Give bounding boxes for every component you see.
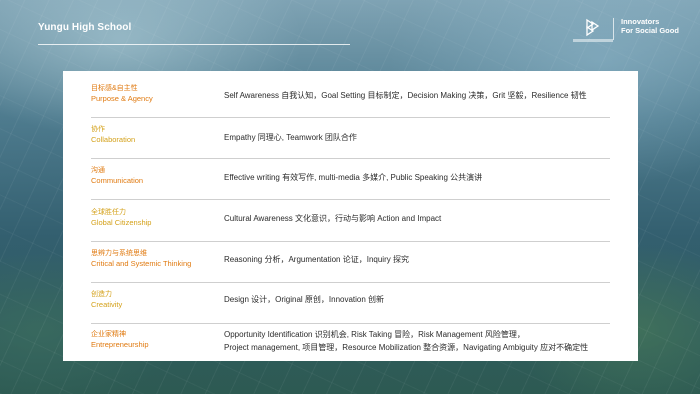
school-logo-icon [586, 18, 600, 37]
description-line: Self Awareness 自我认知，Goal Setting 目标制定，De… [224, 91, 587, 100]
school-name: Yungu High School [38, 22, 132, 33]
brand-line-1: Innovators [621, 17, 660, 26]
category-label: 目标感&自主性 Purpose & Agency [91, 83, 221, 104]
brand-divider [613, 18, 614, 40]
category-description: Empathy 同理心, Teamwork 团队合作 [224, 131, 610, 144]
table-row: 协作 Collaboration Empathy 同理心, Teamwork 团… [91, 124, 610, 159]
category-label: 全球胜任力 Global Citizenship [91, 207, 221, 228]
category-label: 沟通 Communication [91, 165, 221, 186]
header-rule [38, 44, 350, 45]
category-en: Creativity [91, 300, 123, 309]
category-en: Global Citizenship [91, 218, 152, 227]
logo-caption-mark [573, 39, 613, 42]
category-description: Self Awareness 自我认知，Goal Setting 目标制定，De… [224, 89, 610, 102]
description-line: Reasoning 分析，Argumentation 论证，Inquiry 探究 [224, 255, 409, 264]
table-row: 思辨力与系统思维 Critical and Systemic Thinking … [91, 248, 610, 283]
category-description: Reasoning 分析，Argumentation 论证，Inquiry 探究 [224, 253, 610, 266]
description-line: Cultural Awareness 文化意识，行动与影响 Action and… [224, 214, 442, 223]
table-row: 沟通 Communication Effective writing 有效写作,… [91, 165, 610, 200]
description-line: Effective writing 有效写作, multi-media 多媒介,… [224, 173, 483, 182]
description-line: Opportunity Identification 识别机会, Risk Ta… [224, 330, 525, 339]
category-label: 创造力 Creativity [91, 289, 221, 310]
category-en: Collaboration [91, 135, 136, 144]
category-cn: 沟通 [91, 167, 105, 174]
category-cn: 企业家精神 [91, 331, 126, 338]
category-cn: 全球胜任力 [91, 209, 126, 216]
category-en: Purpose & Agency [91, 94, 153, 103]
category-label: 思辨力与系统思维 Critical and Systemic Thinking [91, 248, 221, 269]
category-en: Entrepreneurship [91, 340, 149, 349]
category-en: Critical and Systemic Thinking [91, 259, 192, 268]
category-cn: 目标感&自主性 [91, 85, 138, 92]
brand-tagline: Innovators For Social Good [621, 17, 679, 35]
table-row: 创造力 Creativity Design 设计，Original 原创，Inn… [91, 289, 610, 324]
table-row: 目标感&自主性 Purpose & Agency Self Awareness … [91, 83, 610, 118]
description-line: Design 设计，Original 原创，Innovation 创新 [224, 295, 385, 304]
category-description: Effective writing 有效写作, multi-media 多媒介,… [224, 171, 610, 184]
description-line: Project management, 项目管理，Resource Mobili… [224, 343, 589, 352]
category-cn: 思辨力与系统思维 [91, 250, 147, 257]
table-row: 全球胜任力 Global Citizenship Cultural Awaren… [91, 207, 610, 242]
brand-line-2: For Social Good [621, 26, 679, 35]
category-description: Cultural Awareness 文化意识，行动与影响 Action and… [224, 212, 610, 225]
category-description: Design 设计，Original 原创，Innovation 创新 [224, 293, 610, 306]
table-row: 企业家精神 Entrepreneurship Opportunity Ident… [91, 329, 610, 357]
description-line: Empathy 同理心, Teamwork 团队合作 [224, 133, 357, 142]
category-label: 协作 Collaboration [91, 124, 221, 145]
category-cn: 创造力 [91, 291, 112, 298]
category-cn: 协作 [91, 126, 105, 133]
category-en: Communication [91, 176, 144, 185]
category-label: 企业家精神 Entrepreneurship [91, 329, 221, 350]
category-description: Opportunity Identification 识别机会, Risk Ta… [224, 328, 610, 354]
competency-table: 目标感&自主性 Purpose & Agency Self Awareness … [63, 71, 638, 361]
